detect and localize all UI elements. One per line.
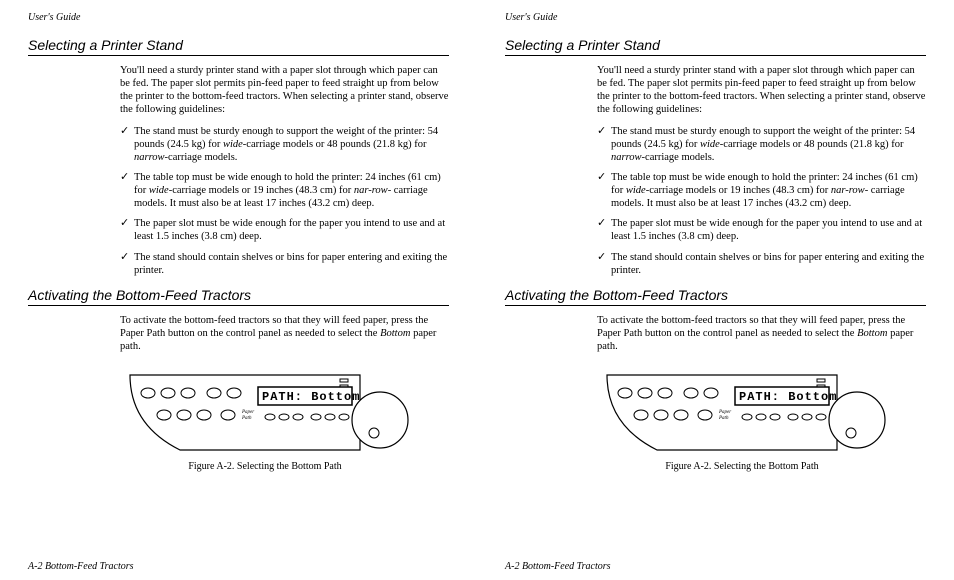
section-title-activating: Activating the Bottom-Feed Tractors [505,287,926,306]
list-item: The table top must be wide enough to hol… [120,171,449,210]
activating-paragraph: To activate the bottom-feed tractors so … [120,314,449,353]
figure-panel: Paper Path PATH: Bottom Figure A-2. Sele… [120,365,410,472]
svg-text:Path: Path [718,416,729,421]
guideline-list: The stand must be sturdy enough to suppo… [597,125,926,277]
list-item: The stand should contain shelves or bins… [120,251,449,277]
stand-body: You'll need a sturdy printer stand with … [597,64,926,277]
running-head: User's Guide [28,12,449,23]
figure-caption: Figure A-2. Selecting the Bottom Path [597,461,887,472]
guideline-list: The stand must be sturdy enough to suppo… [120,125,449,277]
list-item: The table top must be wide enough to hol… [597,171,926,210]
svg-text:Path: Path [241,416,252,421]
lcd-text: PATH: Bottom [739,390,837,404]
list-item: The stand must be sturdy enough to suppo… [120,125,449,164]
stand-body: You'll need a sturdy printer stand with … [120,64,449,277]
page-footer: A-2 Bottom-Feed Tractors [28,561,134,572]
printer-panel-illustration: Paper Path PATH: Bottom [597,365,887,455]
intro-paragraph: You'll need a sturdy printer stand with … [120,64,449,117]
intro-paragraph: You'll need a sturdy printer stand with … [597,64,926,117]
list-item: The stand should contain shelves or bins… [597,251,926,277]
list-item: The paper slot must be wide enough for t… [120,217,449,243]
section-title-activating: Activating the Bottom-Feed Tractors [28,287,449,306]
activating-body: To activate the bottom-feed tractors so … [120,314,449,353]
running-head: User's Guide [505,12,926,23]
list-item: The paper slot must be wide enough for t… [597,217,926,243]
section-title-stand: Selecting a Printer Stand [28,37,449,56]
section-title-stand: Selecting a Printer Stand [505,37,926,56]
lcd-text: PATH: Bottom [262,390,360,404]
page-spread: User's Guide Selecting a Printer Stand Y… [0,0,954,580]
figure-panel: Paper Path PATH: Bottom Figure A-2. Sele… [597,365,887,472]
printer-panel-illustration: Paper Path PATH: Bottom [120,365,410,455]
paper-path-label: Paper [241,410,254,415]
page-footer: A-2 Bottom-Feed Tractors [505,561,611,572]
list-item: The stand must be sturdy enough to suppo… [597,125,926,164]
svg-text:Paper: Paper [718,410,731,415]
figure-caption: Figure A-2. Selecting the Bottom Path [120,461,410,472]
page-left: User's Guide Selecting a Printer Stand Y… [0,0,477,580]
activating-paragraph: To activate the bottom-feed tractors so … [597,314,926,353]
activating-body: To activate the bottom-feed tractors so … [597,314,926,353]
page-right: User's Guide Selecting a Printer Stand Y… [477,0,954,580]
